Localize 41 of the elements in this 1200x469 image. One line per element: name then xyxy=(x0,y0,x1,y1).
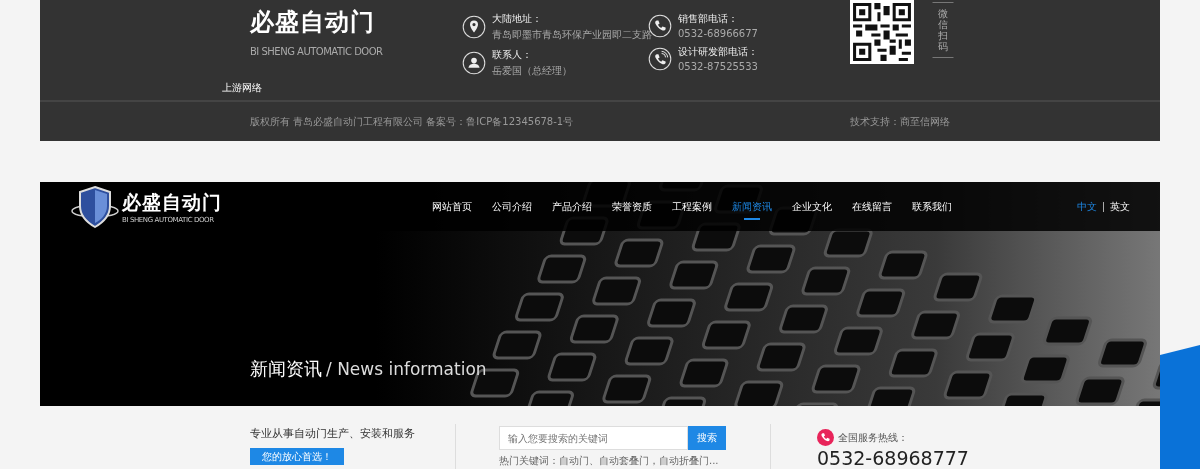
banner-subtitle: / News information xyxy=(326,359,487,379)
language-link[interactable]: 英文 xyxy=(1110,199,1130,214)
copyright-text: 版权所有 青岛必盛自动门工程有限公司 备案号：鲁ICP备12345678-1号 xyxy=(250,114,574,129)
phone-ringing-icon xyxy=(648,46,672,71)
nav-link[interactable]: 新闻资讯 xyxy=(722,191,782,222)
shield-logo-icon xyxy=(70,184,120,229)
hotline-label: 全国服务热线： xyxy=(838,430,908,445)
person-icon xyxy=(462,51,486,75)
contact-label: 大陆地址： xyxy=(492,12,543,26)
brand-logo-text: 必盛自动门 xyxy=(122,189,222,215)
contact-label: 联系人： xyxy=(492,48,533,62)
nav-link[interactable]: 工程案例 xyxy=(662,191,722,222)
hotline-number: 0532-68968777 xyxy=(817,447,969,469)
hot-keywords-text: 热门关键词：自动门、自动套叠门，自动折叠门... xyxy=(499,454,720,468)
footer-note: 上游网络 xyxy=(221,81,263,95)
nav-link[interactable]: 企业文化 xyxy=(782,191,842,222)
slogan-text: 专业从事自动门生产、安装和服务 xyxy=(250,426,416,441)
location-pin-icon xyxy=(462,15,486,39)
search-field[interactable]: 输入您要搜索的关键词 xyxy=(499,426,688,450)
qr-code xyxy=(848,0,916,64)
tech-support-text: 技术支持：商至信网络 xyxy=(850,114,950,129)
nav-link[interactable]: 公司介绍 xyxy=(482,191,542,222)
search-button[interactable]: 搜索 xyxy=(688,426,726,450)
highlight-banner: 您的放心首选！ xyxy=(250,448,344,465)
nav-link[interactable]: 在线留言 xyxy=(842,191,902,222)
nav-link[interactable]: 产品介绍 xyxy=(542,191,602,222)
brand-subtitle: BI SHENG AUTOMATIC DOOR xyxy=(250,46,384,57)
contact-value: 岳爱国（总经理） xyxy=(492,64,572,78)
phone-icon xyxy=(817,429,834,446)
nav-link[interactable]: 联系我们 xyxy=(902,191,962,222)
contact-value: 青岛即墨市青岛环保产业园即二支路 xyxy=(492,28,652,42)
language-link[interactable]: 中文 xyxy=(1077,199,1097,214)
brand-logo-text: 必盛自动门 xyxy=(250,7,376,38)
contact-label: 销售部电话： xyxy=(678,12,739,26)
banner-title: 新闻资讯 xyxy=(250,358,322,379)
contact-label: 设计研发部电话： xyxy=(678,45,758,59)
contact-value: 0532-68966677 xyxy=(678,28,758,39)
nav-link[interactable]: 荣誉资质 xyxy=(602,191,662,222)
contact-value: 0532-87525533 xyxy=(678,61,758,72)
nav-link[interactable]: 网站首页 xyxy=(422,191,482,222)
qr-caption: 微信扫码 xyxy=(938,8,948,52)
